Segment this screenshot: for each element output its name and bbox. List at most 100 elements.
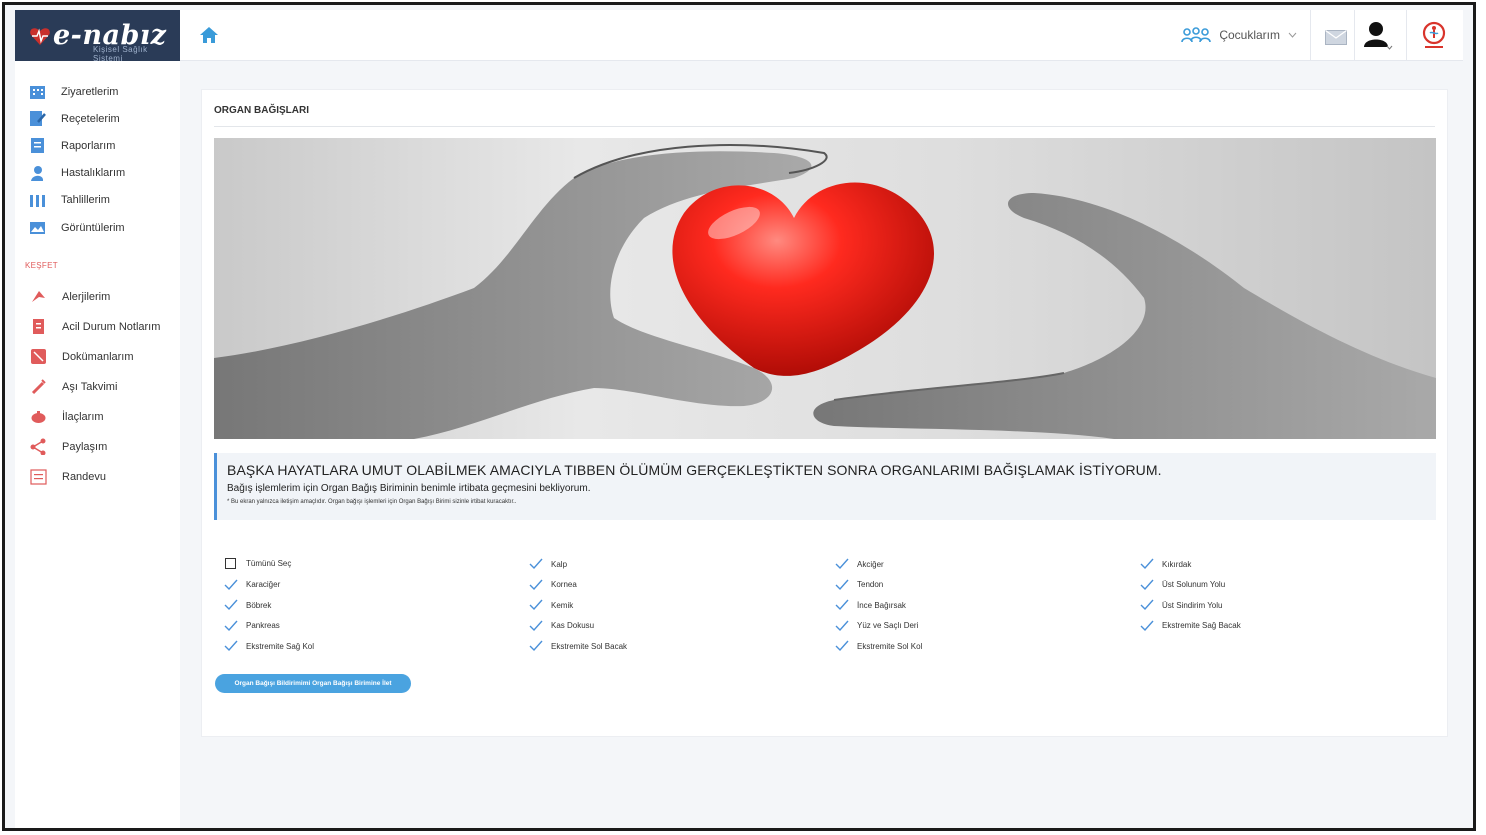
organ-label: Böbrek [246, 600, 272, 610]
organ-label: Ekstremite Sağ Bacak [1162, 621, 1241, 630]
sidebar-item-alerjilerim[interactable]: Alerjilerim [30, 288, 110, 305]
page-title: ORGAN BAĞIŞLARI [214, 105, 309, 116]
select-all-checkbox[interactable]: Tümünü Seç [224, 558, 291, 569]
sidebar-item-label: Reçetelerim [61, 112, 120, 125]
appointment-icon [30, 468, 47, 485]
check-icon [835, 640, 849, 652]
check-icon [1140, 599, 1154, 611]
organ-checkbox[interactable]: Kornea [529, 579, 577, 591]
sidebar-item-payla-m[interactable]: Paylaşım [30, 438, 107, 456]
organ-label: Üst Solunum Yolu [1162, 580, 1226, 589]
check-icon [835, 579, 849, 590]
organ-label: Karaciğer [246, 580, 281, 589]
share-icon [30, 438, 47, 456]
organ-label: Ekstremite Sol Kol [857, 641, 923, 651]
submit-donation-button[interactable]: Organ Bağışı Bildirimimi Organ Bağışı Bi… [215, 674, 411, 693]
check-icon [529, 640, 543, 652]
sidebar-item-ziyaretlerim[interactable]: Ziyaretlerim [29, 83, 118, 100]
organ-checkbox[interactable]: Üst Sindirim Yolu [1140, 599, 1222, 611]
organ-label: Kas Dokusu [551, 621, 595, 630]
allergy-icon [30, 288, 47, 305]
statement-subtext: Bağış işlemlerim için Organ Bağış Birimi… [227, 483, 591, 494]
check-icon [835, 599, 849, 611]
vaccine-icon [30, 378, 47, 395]
building-icon [29, 83, 46, 100]
children-dropdown[interactable]: Çocuklarım [1181, 26, 1297, 44]
explore-section-label: KEŞFET [25, 261, 58, 270]
organ-checkbox[interactable]: Tendon [835, 579, 883, 591]
organ-label: Kıkırdak [1162, 559, 1192, 569]
sidebar-item-acil-durum-notlar-m[interactable]: Acil Durum Notlarım [30, 318, 160, 335]
check-icon [1140, 620, 1154, 631]
check-icon [529, 599, 543, 611]
divider [214, 126, 1435, 127]
check-icon [224, 620, 238, 631]
organ-checkbox[interactable]: Pankreas [224, 620, 280, 632]
check-icon [529, 579, 543, 590]
organ-label: Pankreas [246, 621, 280, 630]
medicine-icon [30, 408, 47, 425]
statement-note: * Bu ekran yalnızca iletişim amaçlıdır. … [227, 499, 517, 505]
sidebar-item-dok-manlar-m[interactable]: Dokümanlarım [30, 348, 134, 365]
organ-checkbox[interactable]: Ekstremite Sağ Bacak [1140, 620, 1241, 632]
organ-checkbox[interactable]: Ekstremite Sağ Kol [224, 640, 314, 652]
emergency-notes-icon [30, 318, 47, 335]
organ-checkbox[interactable]: Karaciğer [224, 579, 280, 591]
organ-label: Kalp [551, 559, 568, 569]
divider [1354, 10, 1355, 61]
check-icon [835, 620, 849, 631]
sidebar-item-label: Dokümanlarım [62, 350, 134, 363]
organ-label: İnce Bağırsak [857, 600, 906, 610]
organ-checkbox[interactable]: Kıkırdak [1140, 558, 1191, 570]
divider [1406, 10, 1407, 61]
ministry-logo-icon[interactable] [1419, 20, 1449, 52]
organ-checkbox[interactable]: Böbrek [224, 599, 271, 611]
sidebar-item-randevu[interactable]: Randevu [30, 468, 106, 485]
sidebar-item-label: Görüntülerim [61, 221, 125, 234]
check-icon [224, 579, 238, 590]
organ-label: Kornea [551, 580, 577, 589]
organ-checkbox[interactable]: Ekstremite Sol Bacak [529, 640, 627, 652]
sidebar-item-re-etelerim[interactable]: Reçetelerim [29, 110, 120, 127]
organ-checkbox[interactable]: İnce Bağırsak [835, 599, 906, 611]
divider [1310, 10, 1311, 61]
user-avatar-icon[interactable] [1363, 20, 1393, 52]
organ-checkbox[interactable]: Kalp [529, 558, 567, 570]
documents-icon [30, 348, 47, 365]
mail-icon[interactable] [1325, 30, 1347, 45]
home-icon[interactable] [198, 24, 220, 46]
sidebar-item-label: Hastalıklarım [61, 167, 126, 180]
sidebar-item-raporlar-m[interactable]: Raporlarım [29, 137, 115, 154]
sidebar-item-tahlillerim[interactable]: Tahlillerim [29, 192, 110, 209]
sidebar-item-i-la-lar-m[interactable]: İlaçlarım [30, 408, 104, 425]
organ-label: Ekstremite Sağ Kol [246, 641, 315, 651]
select-all-label: Tümünü Seç [246, 559, 292, 568]
organ-checkbox[interactable]: Yüz ve Saçlı Deri [835, 620, 918, 632]
organ-checkbox[interactable]: Akciğer [835, 558, 884, 570]
prescription-icon [29, 110, 46, 127]
organ-checkbox[interactable]: Kas Dokusu [529, 620, 594, 632]
sidebar-item-a-takvimi[interactable]: Aşı Takvimi [30, 378, 117, 395]
sidebar-item-label: Aşı Takvimi [62, 380, 118, 393]
check-icon [835, 558, 849, 570]
organ-label: Ekstremite Sol Bacak [551, 641, 628, 651]
sidebar-item-g-r-nt-lerim[interactable]: Görüntülerim [29, 219, 125, 236]
organ-label: Akciğer [857, 559, 884, 569]
check-icon [1140, 558, 1154, 570]
logo[interactable]: e-nabız Kişisel Sağlık Sistemi [15, 10, 180, 63]
sidebar-item-hastal-klar-m[interactable]: Hastalıklarım [29, 165, 125, 182]
tests-icon [29, 192, 46, 209]
family-icon [1181, 27, 1212, 43]
report-icon [29, 137, 46, 154]
disease-icon [29, 165, 46, 182]
check-icon [224, 640, 238, 652]
organ-checkbox[interactable]: Kemik [529, 599, 573, 611]
organ-label: Üst Sindirim Yolu [1162, 600, 1223, 610]
children-label: Çocuklarım [1219, 28, 1280, 42]
hands-heart-illustration [214, 144, 1436, 439]
organ-checkbox[interactable]: Ekstremite Sol Kol [835, 640, 922, 652]
organ-label: Tendon [857, 580, 884, 589]
organ-donation-card: ORGAN BAĞIŞLARI BAŞKA HAYATLARA UMUT OLA… [201, 89, 1448, 737]
organ-checkbox[interactable]: Üst Solunum Yolu [1140, 579, 1225, 591]
organ-label: Yüz ve Saçlı Deri [857, 621, 919, 630]
